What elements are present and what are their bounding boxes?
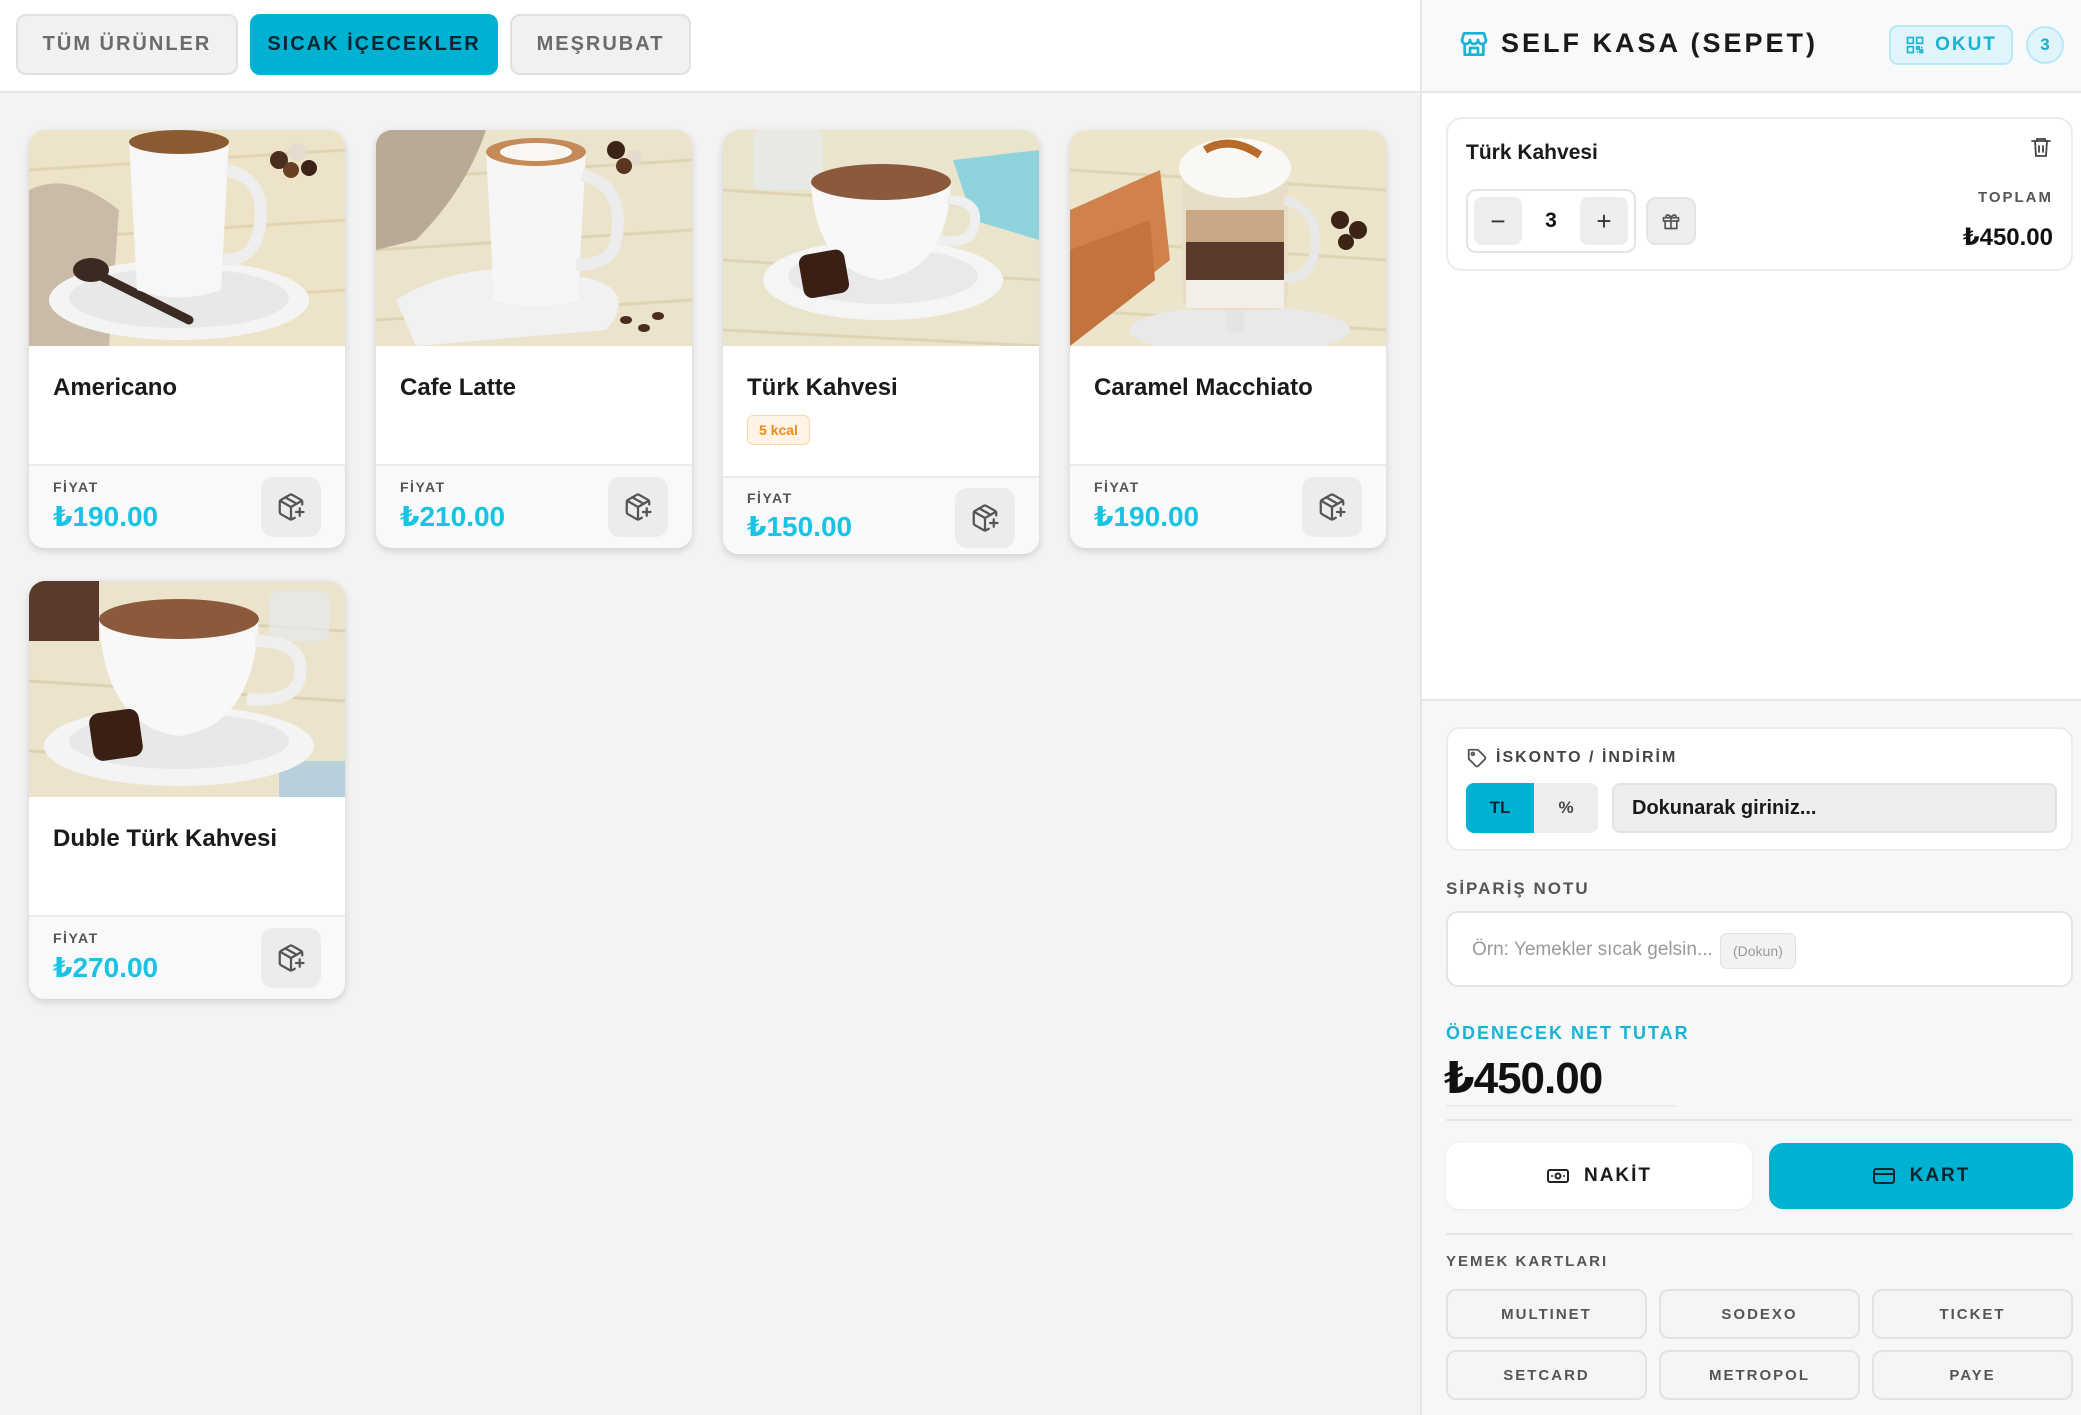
quantity-value: 3 [1545, 209, 1557, 232]
tap-hint-chip: (Dokun) [1720, 933, 1796, 969]
cash-icon [1546, 1169, 1569, 1183]
decrease-button[interactable]: − [1474, 197, 1522, 245]
trash-icon[interactable] [2029, 135, 2053, 164]
add-to-cart-button[interactable] [261, 928, 321, 988]
product-card-turk-kahvesi[interactable]: Türk Kahvesi 5 kcal FİYAT ₺150.00 [723, 130, 1039, 554]
add-to-cart-button[interactable] [955, 488, 1015, 548]
quantity-stepper: − 3 + [1466, 189, 1636, 253]
product-footer: FİYAT ₺270.00 [29, 915, 345, 999]
discount-tl-option[interactable]: TL [1466, 783, 1534, 833]
product-price: ₺150.00 [747, 511, 853, 542]
product-image [29, 130, 345, 346]
product-footer: FİYAT ₺190.00 [29, 464, 345, 548]
product-area: TÜM ÜRÜNLER SICAK İÇECEKLER MEŞRUBAT Ame… [0, 0, 1420, 1415]
discount-title: İSKONTO / İNDİRİM [1496, 749, 1678, 766]
cart-item-name: Türk Kahvesi [1466, 141, 1598, 164]
net-total-underline [1446, 1105, 1676, 1107]
product-price: ₺270.00 [53, 952, 159, 983]
add-to-cart-button[interactable] [608, 477, 668, 537]
tag-icon [1466, 747, 1488, 774]
product-image [376, 130, 692, 346]
product-name: Caramel Macchiato [1094, 374, 1313, 401]
card-payment-button[interactable]: KART [1769, 1143, 2073, 1209]
package-plus-icon [278, 493, 305, 521]
product-name: Duble Türk Kahvesi [53, 825, 278, 852]
product-card-duble-turk-kahvesi[interactable]: Duble Türk Kahvesi FİYAT ₺270.00 [29, 581, 345, 999]
increase-button[interactable]: + [1580, 197, 1628, 245]
order-note-input[interactable]: Örn: Yemekler sıcak gelsin... (Dokun) [1446, 911, 2073, 987]
cart-title: SELF KASA (SEPET) [1501, 28, 1819, 58]
scan-label: OKUT [1935, 34, 1997, 55]
product-footer: FİYAT ₺210.00 [376, 464, 692, 548]
tab-all-products[interactable]: TÜM ÜRÜNLER [16, 14, 238, 75]
package-plus-icon [972, 504, 999, 532]
cash-label: NAKİT [1583, 1165, 1653, 1186]
product-image [1070, 130, 1386, 346]
cart-count-badge: 3 [2026, 26, 2064, 64]
cart-item: Türk Kahvesi − 3 + TOPLAM ₺450.00 [1446, 117, 2073, 271]
cash-payment-button[interactable]: NAKİT [1446, 1143, 1752, 1209]
meal-cards-label: YEMEK KARTLARI [1446, 1253, 1609, 1270]
product-image [723, 130, 1039, 346]
product-price: ₺190.00 [1094, 501, 1200, 532]
divider [1446, 1119, 2073, 1121]
net-total-label: ÖDENECEK NET TUTAR [1446, 1023, 1690, 1043]
discount-percent-option[interactable]: % [1534, 783, 1598, 833]
checkout-panel: İSKONTO / İNDİRİM TL % Dokunarak giriniz… [1422, 699, 2081, 1415]
product-image [29, 581, 345, 797]
package-plus-icon [278, 944, 305, 972]
discount-input[interactable]: Dokunarak giriniz... [1612, 783, 2057, 833]
product-price: ₺190.00 [53, 501, 159, 532]
product-footer: FİYAT ₺150.00 [723, 476, 1039, 554]
meal-card-ticket[interactable]: TICKET [1872, 1289, 2073, 1339]
add-to-cart-button[interactable] [261, 477, 321, 537]
credit-card-icon [1872, 1168, 1895, 1184]
meal-card-paye[interactable]: PAYE [1872, 1350, 2073, 1400]
net-total-amount: ₺450.00 [1444, 1054, 1603, 1103]
store-icon [1458, 28, 1490, 65]
card-label: KART [1909, 1165, 1971, 1186]
tab-hot-drinks[interactable]: SICAK İÇECEKLER [250, 14, 498, 75]
package-plus-icon [625, 493, 652, 521]
product-card-cafe-latte[interactable]: Cafe Latte FİYAT ₺210.00 [376, 130, 692, 548]
cart-panel: SELF KASA (SEPET) OKUT 3 Türk Kahvesi − … [1420, 0, 2081, 1415]
order-note-placeholder: Örn: Yemekler sıcak gelsin... [1472, 939, 1713, 960]
order-note-label: SİPARİŞ NOTU [1446, 879, 1590, 898]
tab-soft-drinks[interactable]: MEŞRUBAT [510, 14, 691, 75]
category-bar: TÜM ÜRÜNLER SICAK İÇECEKLER MEŞRUBAT [0, 0, 1420, 93]
package-plus-icon [1319, 493, 1346, 521]
product-card-americano[interactable]: Americano FİYAT ₺190.00 [29, 130, 345, 548]
qr-code-icon [1906, 36, 1924, 54]
product-name: Türk Kahvesi [747, 374, 898, 401]
scan-button[interactable]: OKUT [1889, 25, 2013, 65]
gift-button[interactable] [1646, 197, 1696, 245]
price-label: FİYAT [53, 930, 99, 946]
discount-type-toggle: TL % [1466, 783, 1598, 833]
add-to-cart-button[interactable] [1302, 477, 1362, 537]
price-label: FİYAT [747, 490, 793, 506]
product-name: Americano [53, 374, 178, 401]
meal-card-multinet[interactable]: MULTINET [1446, 1289, 1647, 1339]
product-price: ₺210.00 [400, 501, 506, 532]
price-label: FİYAT [400, 479, 446, 495]
discount-section: İSKONTO / İNDİRİM TL % Dokunarak giriniz… [1446, 727, 2073, 851]
product-card-caramel-macchiato[interactable]: Caramel Macchiato FİYAT ₺190.00 [1070, 130, 1386, 548]
kcal-badge: 5 kcal [747, 415, 810, 445]
cart-header: SELF KASA (SEPET) OKUT 3 [1422, 0, 2081, 93]
meal-card-sodexo[interactable]: SODEXO [1659, 1289, 1860, 1339]
price-label: FİYAT [1094, 479, 1140, 495]
price-label: FİYAT [53, 479, 99, 495]
divider [1446, 1233, 2073, 1235]
gift-icon [1662, 214, 1680, 230]
product-footer: FİYAT ₺190.00 [1070, 464, 1386, 548]
total-label: TOPLAM [1977, 189, 2053, 206]
cart-item-total: ₺450.00 [1962, 224, 2053, 251]
product-name: Cafe Latte [400, 374, 517, 401]
meal-card-metropol[interactable]: METROPOL [1659, 1350, 1860, 1400]
meal-card-setcard[interactable]: SETCARD [1446, 1350, 1647, 1400]
